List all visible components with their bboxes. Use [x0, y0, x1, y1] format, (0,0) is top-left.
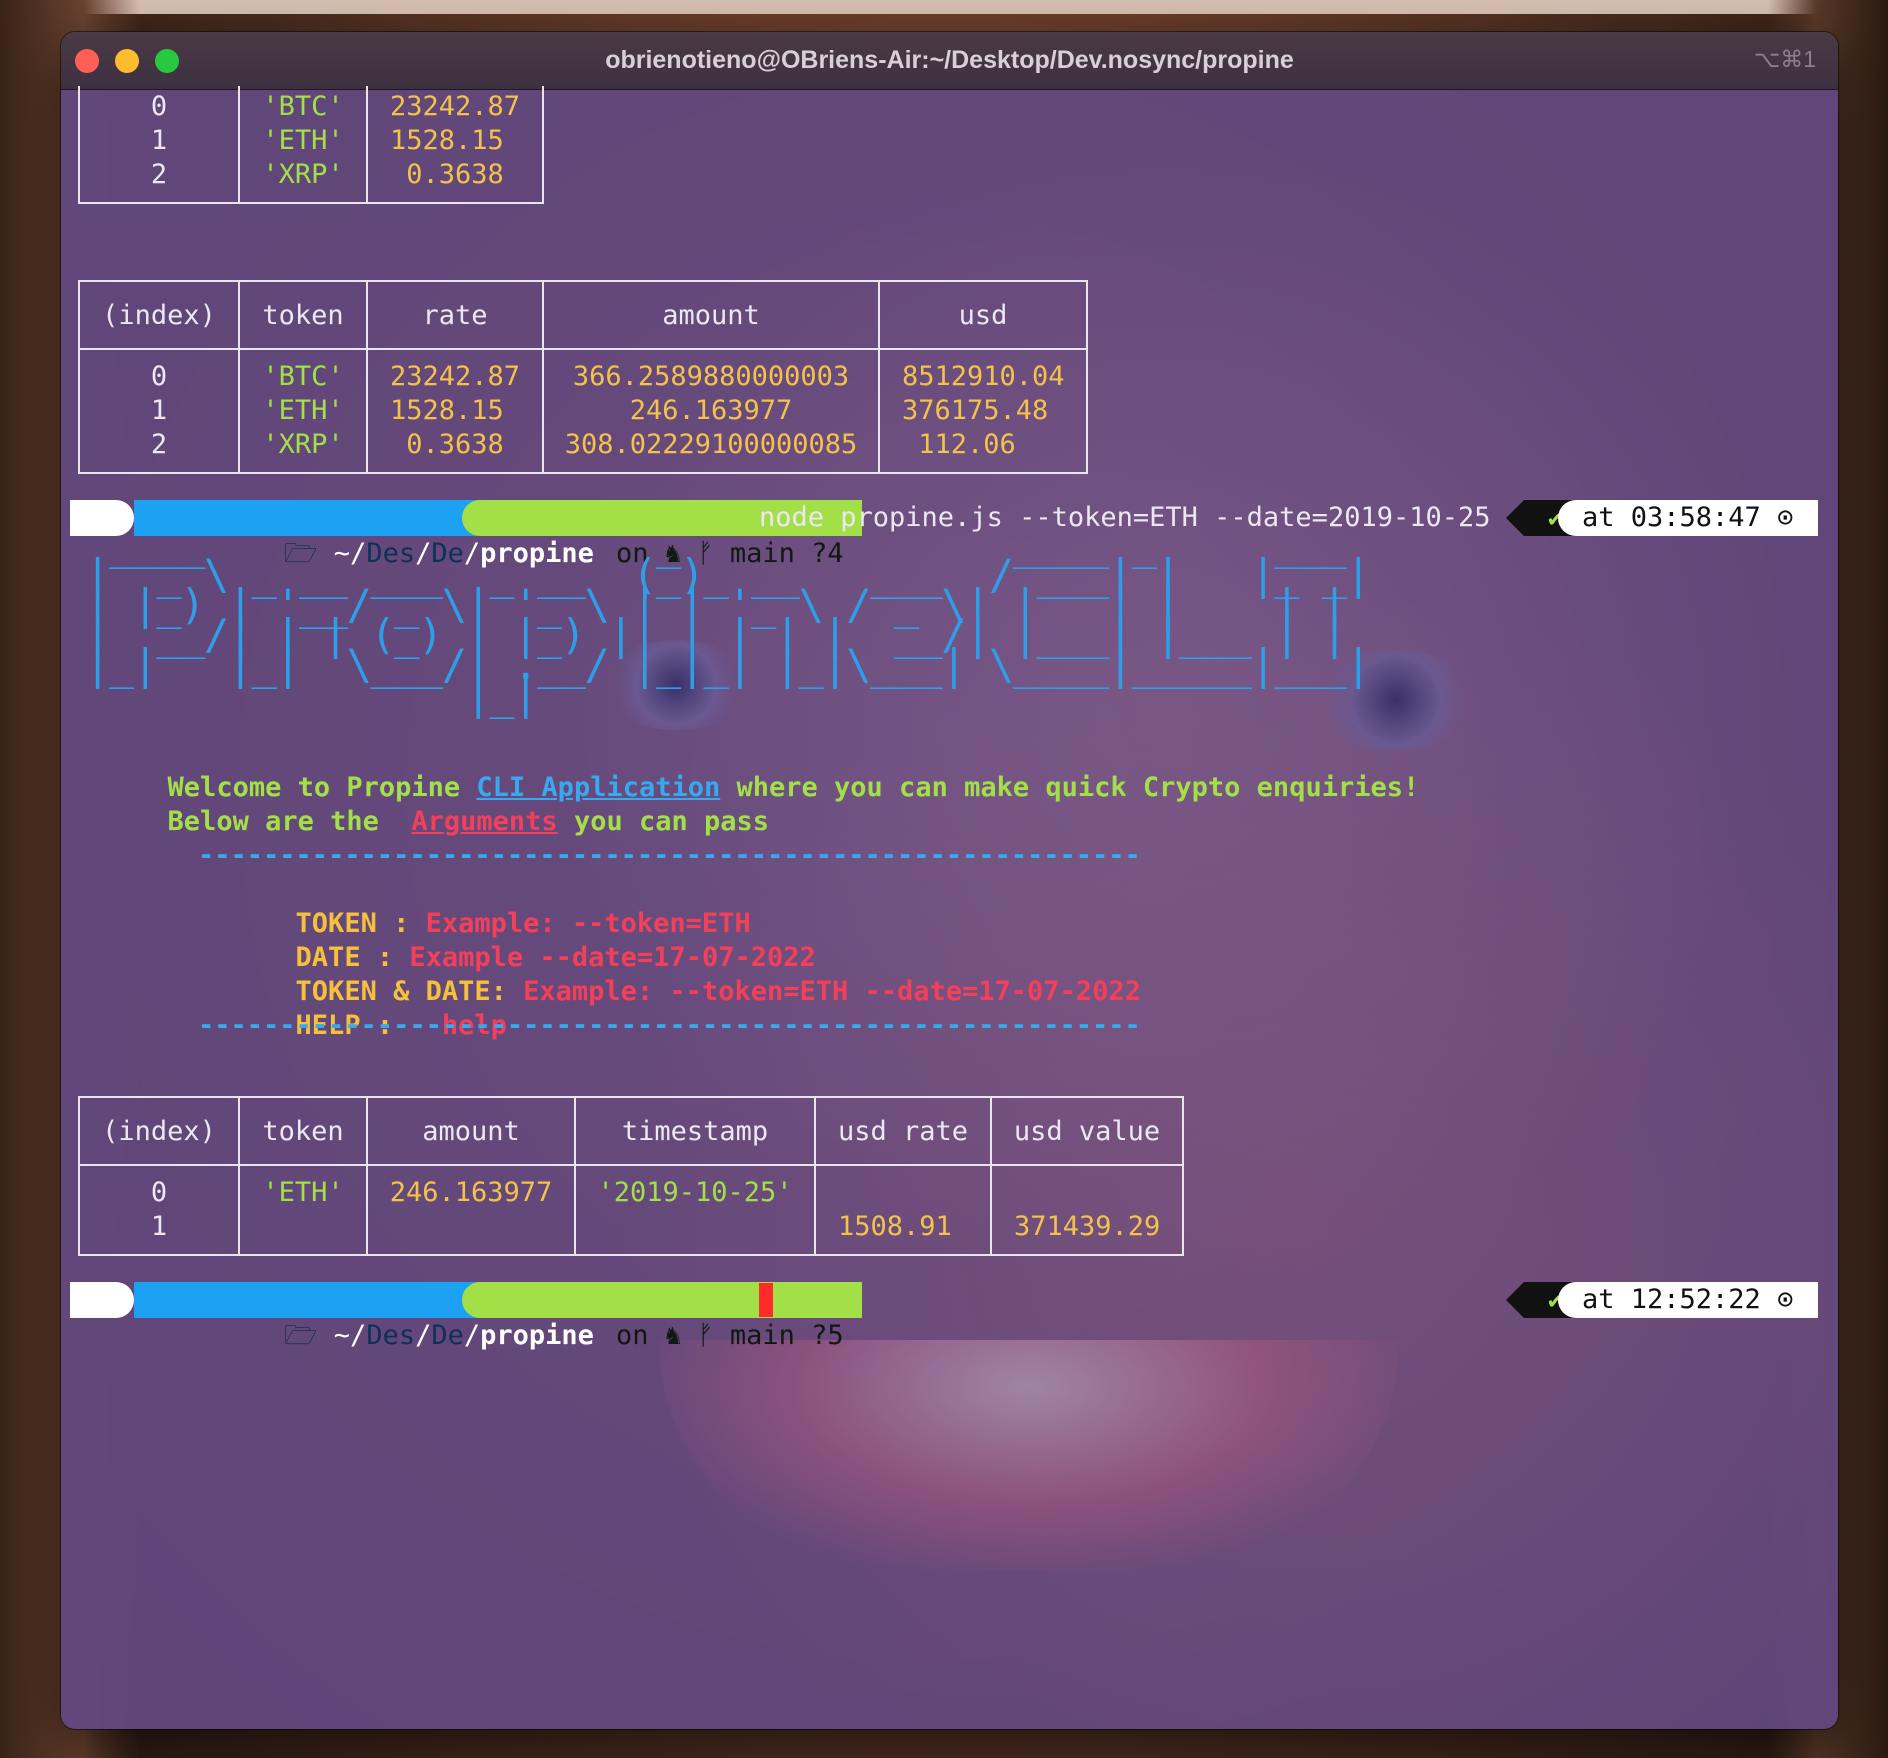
title-bar[interactable]: obrienotieno@OBriens-Air:~/Desktop/Dev.n… — [61, 32, 1838, 90]
table-body: 0 1 'ETH' 246.163977 '2019-10-25' 1508.9… — [78, 1164, 1184, 1256]
welcome-text-end: where you can make quick Crypto enquirie… — [720, 772, 1420, 803]
cell-index: 1 — [150, 395, 168, 426]
below-text: Below are the — [167, 806, 412, 837]
cell-usd: 112.06 — [902, 429, 1016, 460]
below-text-end: you can pass — [557, 806, 770, 837]
table-header-row: (index) token amount timestamp usd rate … — [78, 1096, 1184, 1166]
cell-rate: 1528.15 — [390, 395, 504, 426]
status-arrow — [1506, 1282, 1524, 1318]
desktop-wallpaper-top — [0, 0, 1888, 14]
path-sep: / — [415, 1320, 432, 1351]
cell-index: 2 — [150, 429, 168, 460]
cell-amount: 246.163977 — [389, 1177, 553, 1208]
cell-rate: 0.3638 — [390, 429, 504, 460]
path-home: ~/ — [333, 1320, 367, 1351]
shell-prompt-current: 🗁 ~/Des/De/propine on ♞ ᚠ main ?5 ✔ at 1… — [70, 1282, 1818, 1351]
cell-index: 2 — [150, 159, 168, 190]
col-token: token — [238, 280, 368, 350]
git-on-label: on — [616, 1320, 649, 1351]
portfolio-table: (index) token rate amount usd 0 1 2 'BTC… — [78, 280, 1088, 474]
terminal-window: obrienotieno@OBriens-Air:~/Desktop/Dev.n… — [61, 32, 1838, 1729]
col-usd-value: usd value — [990, 1096, 1184, 1166]
cell-index: 0 — [150, 361, 168, 392]
cell-usd: 376175.48 — [902, 395, 1049, 426]
apple-icon — [70, 1282, 134, 1318]
divider-top: ----------------------------------------… — [198, 840, 1141, 871]
cell-index: 0 — [150, 91, 168, 122]
cell-token: 'BTC' — [262, 91, 344, 122]
cell-token: 'XRP' — [262, 429, 344, 460]
cell-token: 'XRP' — [262, 159, 344, 190]
cell-rate: 1528.15 — [390, 125, 504, 156]
cell-usd-rate: 1508.91 — [838, 1211, 952, 1242]
rates-table-partial: 0 1 2 'BTC' 'ETH' 'XRP' 23242.87 1528.15… — [78, 86, 544, 204]
col-amount: amount — [366, 1096, 576, 1166]
cell-index: 1 — [150, 125, 168, 156]
status-arrow — [1506, 500, 1524, 536]
table-header-row: (index) token rate amount usd — [78, 280, 1088, 350]
cell-usd: 8512910.04 — [902, 361, 1065, 392]
cell-token: 'ETH' — [262, 1177, 344, 1208]
path-segment: De — [431, 1320, 464, 1351]
divider-bottom: ----------------------------------------… — [198, 1010, 1141, 1041]
col-timestamp: timestamp — [574, 1096, 816, 1166]
arg-example: Example: --token=ETH --date=17-07-2022 — [523, 976, 1141, 1007]
wallpaper-smile — [659, 1340, 1399, 1570]
col-token: token — [238, 1096, 368, 1166]
cell-usd-value: 371439.29 — [1014, 1211, 1161, 1242]
col-index: (index) — [78, 280, 240, 350]
col-index: (index) — [78, 1096, 240, 1166]
cell-index: 0 — [150, 1177, 168, 1208]
cell-token: 'BTC' — [262, 361, 344, 392]
prompt-time: at 03:58:47 ⊙ — [1558, 500, 1818, 536]
cell-token: 'ETH' — [262, 125, 344, 156]
window-shortcut: ⌥⌘1 — [1753, 46, 1816, 72]
github-icon: ♞ — [664, 1320, 682, 1351]
ascii-banner: ____ _ ____ _ ___ | _ \ _ __ ___ _ __ (_… — [85, 520, 1371, 719]
window-title: obrienotieno@OBriens-Air:~/Desktop/Dev.n… — [605, 46, 1294, 74]
path-segment: Des — [366, 1320, 416, 1351]
git-status: on ♞ ᚠ main ?5 — [462, 1282, 862, 1351]
prompt-time: at 12:52:22 ⊙ — [1558, 1282, 1818, 1318]
cell-usd-rate — [838, 1176, 990, 1210]
cell-amount: 308.02229100000085 — [564, 429, 858, 460]
git-branch: main ?5 — [729, 1320, 844, 1351]
cell-amount: 246.163977 — [629, 395, 793, 426]
cell-index: 1 — [150, 1211, 168, 1242]
table-body: 0 1 2 'BTC' 'ETH' 'XRP' 23242.87 1528.15… — [78, 348, 1088, 474]
branch-icon: ᚠ — [697, 1320, 714, 1351]
cell-rate: 23242.87 — [390, 91, 521, 122]
col-usd: usd — [878, 280, 1088, 350]
folder-icon: 🗁 — [284, 1320, 318, 1351]
cell-token: 'ETH' — [262, 395, 344, 426]
result-table: (index) token amount timestamp usd rate … — [78, 1096, 1184, 1256]
col-rate: rate — [366, 280, 544, 350]
cell-amount: 366.2589880000003 — [572, 361, 850, 392]
path-sep: / — [463, 1320, 481, 1351]
text-cursor[interactable] — [759, 1283, 773, 1317]
cell-rate: 0.3638 — [390, 159, 504, 190]
col-amount: amount — [542, 280, 880, 350]
terminal-content[interactable]: 0 1 2 'BTC' 'ETH' 'XRP' 23242.87 1528.15… — [61, 86, 1838, 1729]
arguments-link[interactable]: Arguments — [411, 806, 557, 837]
col-usd-rate: usd rate — [814, 1096, 992, 1166]
cell-timestamp: '2019-10-25' — [597, 1177, 793, 1208]
cell-usd-value — [1014, 1176, 1182, 1210]
cell-rate: 23242.87 — [390, 361, 521, 392]
prompt-arrow — [716, 1282, 734, 1318]
